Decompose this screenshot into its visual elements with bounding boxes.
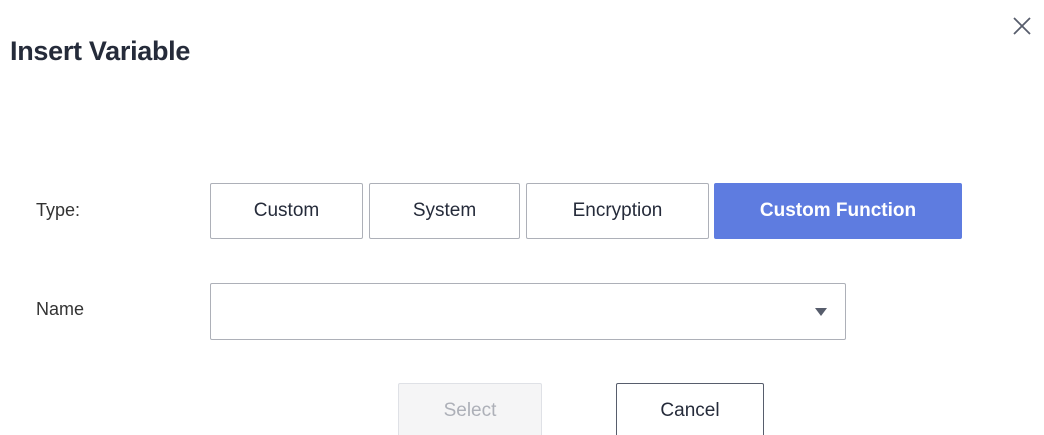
close-icon[interactable]: [1008, 12, 1036, 40]
insert-variable-dialog: Insert Variable Type: Custom System Encr…: [0, 0, 1044, 435]
name-label: Name: [36, 299, 85, 319]
type-option-custom[interactable]: Custom: [210, 183, 363, 239]
name-select[interactable]: [210, 283, 846, 340]
caret-down-icon: [815, 308, 827, 316]
type-option-system[interactable]: System: [369, 183, 520, 239]
dialog-title: Insert Variable: [10, 36, 191, 66]
type-option-encryption[interactable]: Encryption: [526, 183, 709, 239]
type-label: Type:: [36, 200, 81, 220]
cancel-button[interactable]: Cancel: [616, 383, 764, 435]
select-button[interactable]: Select: [398, 383, 542, 435]
type-option-custom-function[interactable]: Custom Function: [714, 183, 962, 239]
